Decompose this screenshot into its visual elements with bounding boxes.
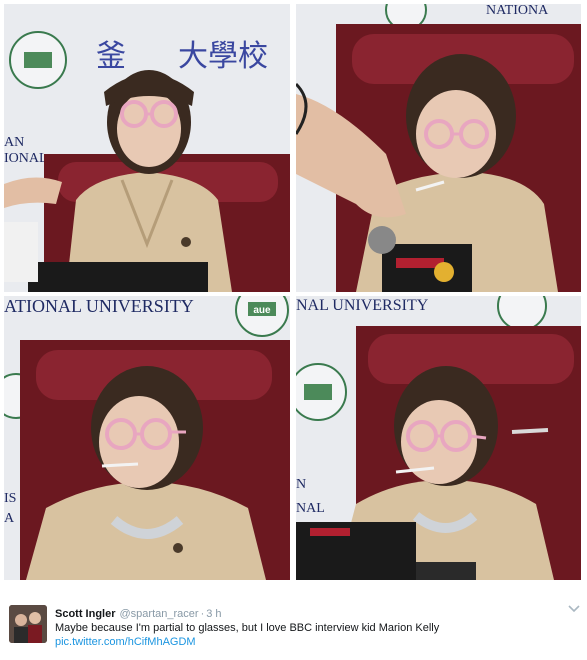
photo-panel-1[interactable]: 釜 大學校 AN IONAL — [4, 4, 290, 292]
author-name[interactable]: Scott Ingler — [55, 608, 116, 620]
photo-panel-3[interactable]: ATIONAL UNIVERSITY aue IS A — [4, 296, 290, 580]
tweet-text: Maybe because I'm partial to glasses, bu… — [55, 622, 440, 634]
svg-text:釜: 釜 — [96, 39, 126, 74]
timestamp[interactable]: 3 h — [206, 608, 221, 620]
svg-text:IS: IS — [4, 491, 16, 506]
author-handle[interactable]: @spartan_racer — [120, 608, 199, 620]
svg-text:NAL: NAL — [296, 501, 325, 516]
svg-text:aue: aue — [253, 305, 271, 316]
svg-text:AN: AN — [4, 135, 24, 150]
svg-text:IONAL: IONAL — [4, 151, 48, 166]
photo-collage[interactable]: 釜 大學校 AN IONAL NATIONA ATIONAL UNIVERSIT… — [0, 0, 587, 584]
tweet-media-link[interactable]: pic.twitter.com/hCifMhAGDM — [55, 636, 196, 648]
tweet-header: Scott Ingler @spartan_racer · 3 h — [55, 608, 222, 620]
chevron-down-icon[interactable] — [568, 604, 580, 614]
svg-text:大學校: 大學校 — [178, 39, 268, 74]
photo-panel-4[interactable]: NAL UNIVERSITY N NAL — [296, 296, 581, 580]
svg-text:ATIONAL UNIVERSITY: ATIONAL UNIVERSITY — [4, 296, 194, 316]
svg-text:N: N — [296, 477, 306, 492]
tweet[interactable]: Scott Ingler @spartan_racer · 3 h Maybe bec… — [0, 596, 587, 660]
separator: · — [200, 608, 205, 620]
photo-panel-2[interactable]: NATIONA — [296, 4, 581, 292]
svg-text:NAL UNIVERSITY: NAL UNIVERSITY — [296, 297, 429, 314]
svg-text:A: A — [4, 511, 15, 526]
svg-text:NATIONA: NATIONA — [486, 4, 549, 18]
avatar[interactable] — [9, 605, 47, 643]
